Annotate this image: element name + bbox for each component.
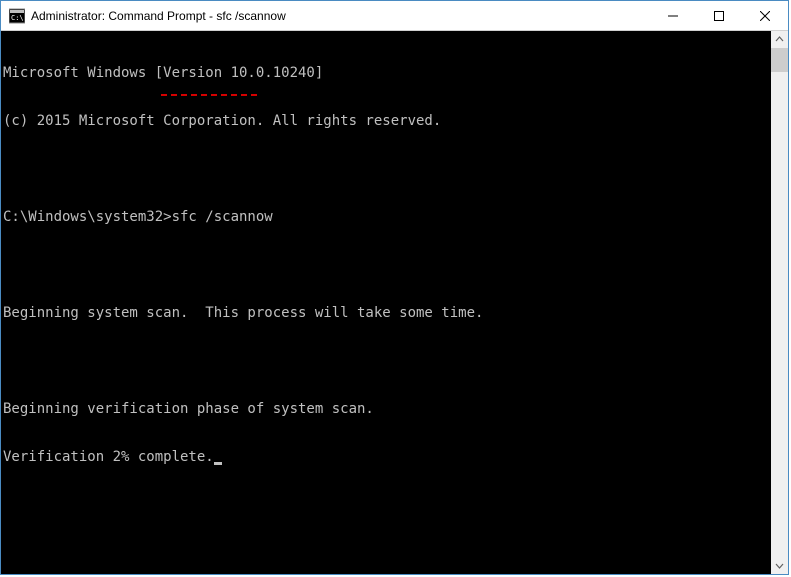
console-line xyxy=(3,161,771,177)
scroll-thumb[interactable] xyxy=(771,48,788,72)
titlebar[interactable]: C:\ Administrator: Command Prompt - sfc … xyxy=(1,1,788,31)
console-line: (c) 2015 Microsoft Corporation. All righ… xyxy=(3,113,771,129)
prompt-text: C:\Windows\system32> xyxy=(3,209,172,225)
svg-text:C:\: C:\ xyxy=(11,14,24,22)
scroll-down-button[interactable] xyxy=(771,557,788,574)
console-output[interactable]: Microsoft Windows [Version 10.0.10240] (… xyxy=(1,31,771,574)
console-line: Verification 2% complete. xyxy=(3,449,771,465)
annotation-underline xyxy=(161,94,257,96)
progress-text: Verification 2% complete. xyxy=(3,449,214,465)
console-line: Beginning verification phase of system s… xyxy=(3,401,771,417)
cmd-icon: C:\ xyxy=(9,8,25,24)
client-area: Microsoft Windows [Version 10.0.10240] (… xyxy=(1,31,788,574)
console-line: Microsoft Windows [Version 10.0.10240] xyxy=(3,65,771,81)
command-text: sfc /scannow xyxy=(172,209,273,225)
window-controls xyxy=(650,1,788,30)
window-title: Administrator: Command Prompt - sfc /sca… xyxy=(31,9,286,23)
console-line: Beginning system scan. This process will… xyxy=(3,305,771,321)
scroll-up-button[interactable] xyxy=(771,31,788,48)
console-line xyxy=(3,257,771,273)
minimize-button[interactable] xyxy=(650,1,696,30)
vertical-scrollbar[interactable] xyxy=(771,31,788,574)
console-line xyxy=(3,353,771,369)
close-button[interactable] xyxy=(742,1,788,30)
console-prompt-line: C:\Windows\system32>sfc /scannow xyxy=(3,209,771,225)
scroll-track[interactable] xyxy=(771,48,788,557)
command-prompt-window: C:\ Administrator: Command Prompt - sfc … xyxy=(0,0,789,575)
text-cursor xyxy=(214,462,222,465)
maximize-button[interactable] xyxy=(696,1,742,30)
